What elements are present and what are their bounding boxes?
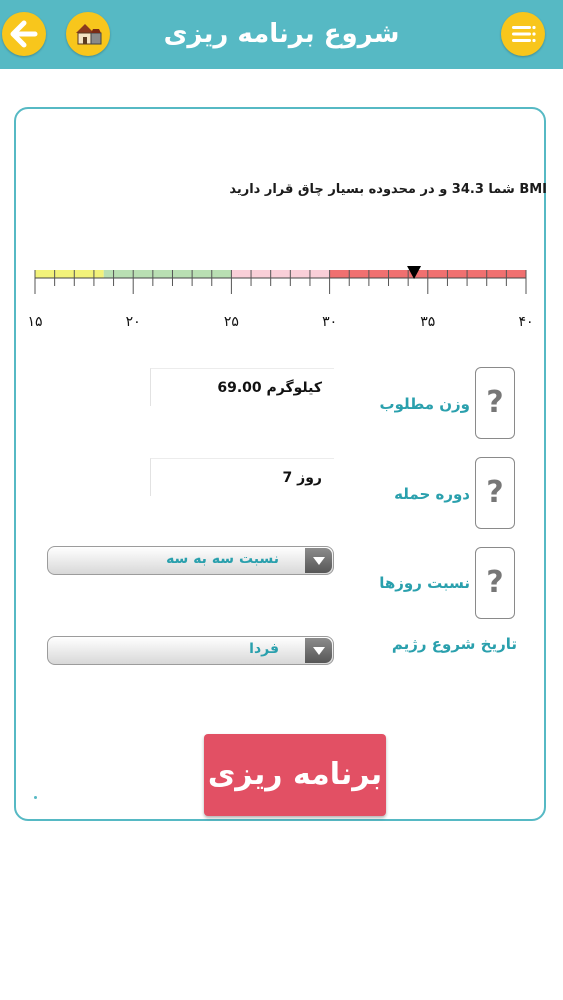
page-title: شروع برنامه ریزی bbox=[163, 19, 400, 49]
attack-period-label: دوره حمله bbox=[394, 485, 470, 503]
menu-list-icon bbox=[512, 25, 536, 43]
attack-period-input[interactable]: 7 روز bbox=[150, 458, 334, 496]
bmi-scale: ۱۵ ۲۰ ۲۵ ۳۰ ۳۵ ۴۰ bbox=[0, 260, 563, 340]
attack-period-help-button[interactable]: ? bbox=[475, 457, 515, 529]
day-ratio-help-button[interactable]: ? bbox=[475, 547, 515, 619]
target-weight-help-button[interactable]: ? bbox=[475, 367, 515, 439]
target-weight-input[interactable]: 69.00 کیلوگرم bbox=[150, 368, 334, 406]
plan-button[interactable]: برنامه ریزی bbox=[204, 734, 386, 816]
decorative-dot bbox=[34, 796, 37, 799]
chevron-down-icon bbox=[305, 638, 332, 663]
start-date-value: فردا bbox=[249, 641, 279, 657]
bmi-scale-label: ۱۵ bbox=[27, 314, 43, 330]
bmi-scale-label: ۲۰ bbox=[125, 314, 141, 330]
bmi-scale-label: ۴۰ bbox=[518, 314, 534, 330]
menu-button[interactable] bbox=[501, 12, 545, 56]
top-bar: شروع برنامه ریزی bbox=[0, 0, 563, 69]
bmi-zone bbox=[231, 270, 330, 278]
bmi-scale-label: ۲۵ bbox=[223, 314, 239, 330]
day-ratio-value: نسبت سه به سه bbox=[166, 551, 279, 567]
bmi-scale-graphic bbox=[34, 266, 527, 294]
chevron-down-icon bbox=[305, 548, 332, 573]
day-ratio-label: نسبت روزها bbox=[379, 574, 470, 592]
target-weight-label: وزن مطلوب bbox=[379, 395, 470, 413]
bmi-scale-label: ۳۵ bbox=[420, 314, 436, 330]
start-date-label: تاریخ شروع رژیم bbox=[391, 635, 517, 653]
bmi-scale-label: ۳۰ bbox=[322, 314, 338, 330]
start-date-select[interactable]: فردا bbox=[47, 636, 334, 665]
bmi-message: BMI شما 34.3 و در محدوده بسیار چاق قرار … bbox=[229, 182, 547, 197]
day-ratio-select[interactable]: نسبت سه به سه bbox=[47, 546, 334, 575]
